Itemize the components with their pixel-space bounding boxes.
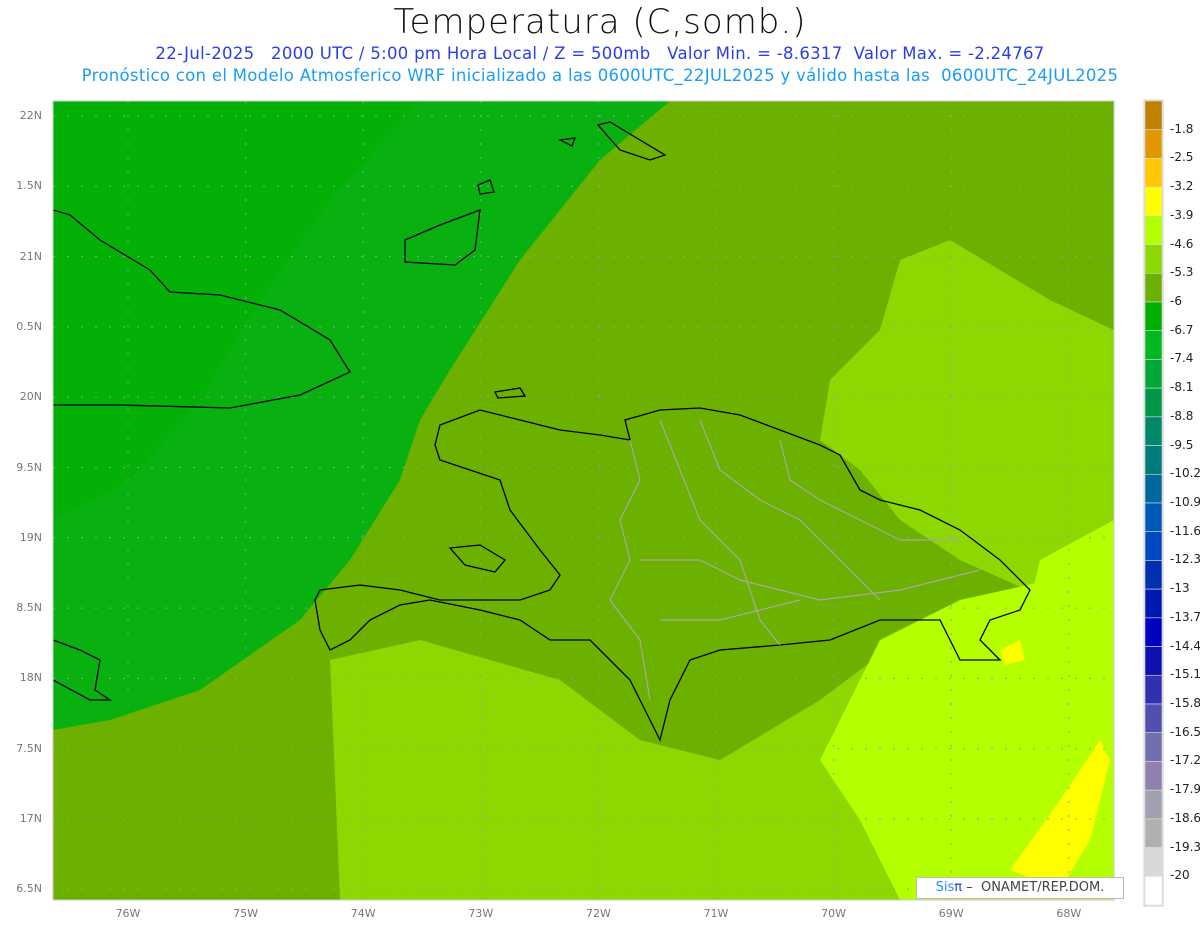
lat-label: 17N bbox=[19, 812, 42, 825]
colorbar-label: -2.5 bbox=[1170, 150, 1194, 165]
colorbar-label: -12.3 bbox=[1170, 552, 1200, 567]
map-title: Temperatura (C,somb.) bbox=[393, 2, 807, 42]
colorbar-swatch bbox=[1144, 158, 1163, 188]
colorbar-swatch bbox=[1144, 301, 1163, 332]
colorbar-swatch bbox=[1144, 847, 1163, 877]
lat-label: 1.5N bbox=[16, 179, 42, 193]
colorbar-swatch bbox=[1144, 100, 1163, 131]
colorbar-label: -13.7 bbox=[1170, 609, 1200, 624]
model-description: Pronóstico con el Modelo Atmosferico WRF… bbox=[81, 66, 1119, 85]
colorbar-label: -9.5 bbox=[1170, 437, 1194, 452]
shaded-field bbox=[53, 101, 1114, 900]
colorbar-swatch bbox=[1144, 272, 1163, 303]
lon-label: 76W bbox=[115, 907, 141, 920]
colorbar-swatch bbox=[1144, 445, 1163, 475]
lon-label: 72W bbox=[585, 907, 611, 920]
colorbar-swatch bbox=[1144, 818, 1163, 848]
colorbar-label: -15.8 bbox=[1170, 696, 1200, 710]
colorbar-label: -3.2 bbox=[1170, 179, 1194, 194]
colorbar-swatch bbox=[1144, 588, 1163, 619]
colorbar-swatch bbox=[1144, 186, 1163, 217]
lat-label: 7.5N bbox=[16, 741, 42, 755]
lat-label: 8.5N bbox=[16, 601, 42, 615]
colorbar-label: -1.8 bbox=[1170, 121, 1194, 136]
pi-symbol: π bbox=[954, 880, 963, 895]
lon-label: 75W bbox=[233, 907, 259, 920]
colorbar-label: -18.6 bbox=[1170, 810, 1200, 825]
colorbar-swatch bbox=[1144, 789, 1163, 820]
colorbar-swatch bbox=[1144, 732, 1163, 762]
lon-label: 70W bbox=[821, 907, 847, 920]
lat-label: 18N bbox=[19, 671, 42, 685]
lon-label: 74W bbox=[350, 907, 376, 920]
colorbar-label: -16.5 bbox=[1170, 724, 1200, 739]
colorbar-swatch bbox=[1144, 875, 1163, 906]
colorbar-swatch bbox=[1144, 646, 1163, 676]
colorbar-label: -17.2 bbox=[1170, 753, 1200, 768]
colorbar-label: -15.1 bbox=[1170, 667, 1200, 682]
temperature-map bbox=[52, 99, 1164, 907]
colorbar-swatch bbox=[1144, 215, 1163, 245]
lat-label: 20N bbox=[19, 390, 42, 404]
colorbar-label: -8.8 bbox=[1170, 408, 1194, 423]
colorbar-swatch bbox=[1144, 359, 1163, 389]
colorbar-swatch bbox=[1144, 330, 1163, 360]
credits-text: – ONAMET/REP.DOM. bbox=[962, 880, 1105, 895]
colorbar-label: -6 bbox=[1170, 294, 1182, 308]
colorbar-label: -20 bbox=[1170, 868, 1190, 883]
colorbar-label: -14.4 bbox=[1170, 638, 1200, 653]
colorbar-label: -7.4 bbox=[1170, 351, 1194, 366]
lat-label: 19N bbox=[19, 530, 42, 544]
lat-label: 9.5N bbox=[16, 460, 42, 474]
colorbar-swatch bbox=[1144, 244, 1163, 274]
lon-label: 71W bbox=[703, 907, 729, 920]
colorbar bbox=[1143, 99, 1164, 907]
colorbar-swatch bbox=[1144, 617, 1163, 647]
lon-label: 69W bbox=[938, 907, 964, 920]
colorbar-swatch bbox=[1144, 674, 1163, 705]
colorbar-label: -10.2 bbox=[1170, 466, 1200, 481]
colorbar-swatch bbox=[1144, 560, 1163, 590]
colorbar-swatch bbox=[1144, 473, 1163, 504]
colorbar-label: -11.6 bbox=[1170, 523, 1200, 538]
lat-label: 21N bbox=[19, 249, 42, 263]
colorbar-label: -4.6 bbox=[1170, 236, 1194, 251]
colorbar-label: -10.9 bbox=[1170, 495, 1200, 509]
colorbar-swatch bbox=[1144, 129, 1163, 159]
colorbar-swatch bbox=[1144, 703, 1163, 734]
colorbar-label: -3.9 bbox=[1170, 207, 1194, 222]
sispi-logo-text: Sis bbox=[935, 880, 955, 895]
colorbar-label: -19.3 bbox=[1170, 839, 1200, 854]
colorbar-label: -17.9 bbox=[1170, 782, 1200, 797]
colorbar-swatch bbox=[1144, 502, 1163, 533]
colorbar-label: -8.1 bbox=[1170, 380, 1194, 395]
lat-label: 6.5N bbox=[16, 882, 42, 896]
lon-label: 68W bbox=[1056, 907, 1082, 920]
lat-label: 0.5N bbox=[16, 319, 42, 333]
colorbar-swatch bbox=[1144, 416, 1163, 446]
colorbar-label: -13 bbox=[1170, 581, 1190, 596]
colorbar-swatch bbox=[1144, 531, 1163, 561]
lon-label: 73W bbox=[468, 907, 494, 920]
valid-time-subtitle: 22-Jul-2025 2000 UTC / 5:00 pm Hora Loca… bbox=[155, 44, 1045, 63]
colorbar-label: -5.3 bbox=[1170, 265, 1194, 280]
credits-box: Sisπ – ONAMET/REP.DOM. bbox=[916, 877, 1124, 899]
colorbar-swatch bbox=[1144, 761, 1163, 791]
lat-label: 22N bbox=[19, 109, 42, 122]
colorbar-swatch bbox=[1144, 387, 1163, 418]
colorbar-label: -6.7 bbox=[1170, 322, 1194, 337]
